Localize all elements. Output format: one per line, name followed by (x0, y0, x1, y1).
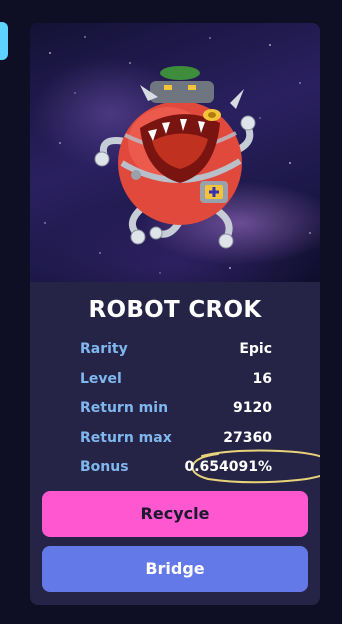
nft-card: ROBOT CROK Rarity Epic Level 16 Return m… (30, 23, 320, 605)
stat-label: Return max (80, 429, 172, 446)
stat-label: Level (80, 370, 122, 387)
card-title: ROBOT CROK (88, 297, 262, 323)
robot-crok-image (44, 36, 311, 274)
recycle-button[interactable]: Recycle (42, 491, 308, 537)
stat-row-bonus: Bonus 0.654091% (80, 449, 320, 484)
stats-list: Rarity Epic Level 16 Return min 9120 Ret… (80, 336, 320, 484)
stat-label: Bonus (80, 459, 129, 475)
stat-row-return-min: Return min 9120 (80, 395, 272, 425)
stat-value: 16 (252, 370, 272, 387)
card-artwork (30, 23, 320, 282)
stat-value: 0.654091% (184, 459, 272, 475)
bridge-button[interactable]: Bridge (42, 546, 308, 592)
side-panel-tab[interactable] (0, 22, 8, 60)
stat-label: Return min (80, 400, 169, 416)
stat-label: Rarity (80, 341, 128, 357)
stat-row-level: Level 16 (80, 366, 272, 396)
page: ROBOT CROK Rarity Epic Level 16 Return m… (0, 0, 342, 624)
stat-value: Epic (239, 341, 272, 357)
stat-value: 27360 (223, 429, 272, 446)
stat-value: 9120 (233, 400, 272, 416)
stat-row-rarity: Rarity Epic (80, 336, 272, 366)
